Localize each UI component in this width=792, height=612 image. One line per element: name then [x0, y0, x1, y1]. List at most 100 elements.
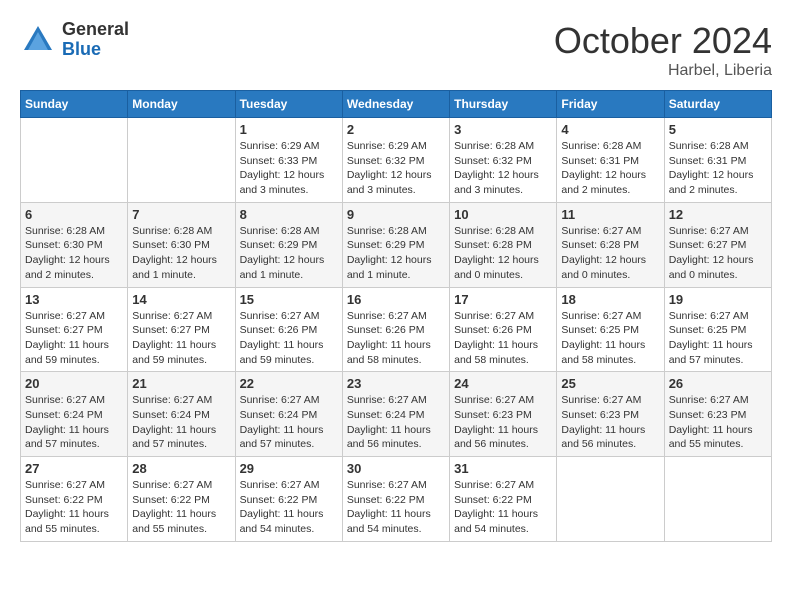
- calendar-cell: 22Sunrise: 6:27 AM Sunset: 6:24 PM Dayli…: [235, 372, 342, 457]
- calendar-cell: 2 Sunrise: 6:29 AM Sunset: 6:32 PM Daylig…: [342, 118, 449, 203]
- day-number: 27: [25, 461, 123, 476]
- calendar-cell: 13Sunrise: 6:27 AM Sunset: 6:27 PM Dayli…: [21, 287, 128, 372]
- title-area: October 2024 Harbel, Liberia: [554, 20, 772, 80]
- day-number: 10: [454, 207, 552, 222]
- day-info: Sunrise: 6:27 AM Sunset: 6:24 PM Dayligh…: [25, 393, 123, 452]
- day-info: Sunrise: 6:27 AM Sunset: 6:27 PM Dayligh…: [669, 224, 767, 283]
- calendar-cell: 20 Sunrise: 6:27 AM Sunset: 6:24 PM Dayli…: [21, 372, 128, 457]
- calendar-header-row: SundayMondayTuesdayWednesdayThursdayFrid…: [21, 91, 772, 118]
- day-number: 7: [132, 207, 230, 222]
- calendar-week-row: 13Sunrise: 6:27 AM Sunset: 6:27 PM Dayli…: [21, 287, 772, 372]
- logo-general-text: General: [62, 20, 129, 40]
- calendar-week-row: 6 Sunrise: 6:28 AM Sunset: 6:30 PM Daylig…: [21, 202, 772, 287]
- day-number: 28: [132, 461, 230, 476]
- calendar-cell: 19 Sunrise: 6:27 AM Sunset: 6:25 PM Dayli…: [664, 287, 771, 372]
- calendar-cell: 12 Sunrise: 6:27 AM Sunset: 6:27 PM Dayli…: [664, 202, 771, 287]
- day-number: 17: [454, 292, 552, 307]
- day-number: 12: [669, 207, 767, 222]
- day-info: Sunrise: 6:28 AM Sunset: 6:31 PM Dayligh…: [561, 139, 659, 198]
- calendar-day-header: Thursday: [450, 91, 557, 118]
- day-info: Sunrise: 6:28 AM Sunset: 6:32 PM Dayligh…: [454, 139, 552, 198]
- month-title: October 2024: [554, 20, 772, 62]
- calendar-week-row: 27 Sunrise: 6:27 AM Sunset: 6:22 PM Dayli…: [21, 457, 772, 542]
- day-number: 3: [454, 122, 552, 137]
- calendar-cell: [21, 118, 128, 203]
- calendar-day-header: Sunday: [21, 91, 128, 118]
- calendar-cell: [664, 457, 771, 542]
- calendar-cell: [557, 457, 664, 542]
- calendar-cell: 21 Sunrise: 6:27 AM Sunset: 6:24 PM Dayli…: [128, 372, 235, 457]
- day-number: 24: [454, 376, 552, 391]
- day-info: Sunrise: 6:27 AM Sunset: 6:22 PM Dayligh…: [454, 478, 552, 537]
- day-number: 25: [561, 376, 659, 391]
- logo: General Blue: [20, 20, 129, 60]
- calendar-day-header: Saturday: [664, 91, 771, 118]
- calendar-cell: 26 Sunrise: 6:27 AM Sunset: 6:23 PM Dayli…: [664, 372, 771, 457]
- calendar-day-header: Friday: [557, 91, 664, 118]
- calendar-cell: 1 Sunrise: 6:29 AM Sunset: 6:33 PM Daylig…: [235, 118, 342, 203]
- day-info: Sunrise: 6:27 AM Sunset: 6:22 PM Dayligh…: [347, 478, 445, 537]
- logo-icon: [20, 22, 56, 58]
- day-info: Sunrise: 6:28 AM Sunset: 6:30 PM Dayligh…: [132, 224, 230, 283]
- day-number: 18: [561, 292, 659, 307]
- calendar-cell: 27 Sunrise: 6:27 AM Sunset: 6:22 PM Dayli…: [21, 457, 128, 542]
- header: General Blue October 2024 Harbel, Liberi…: [20, 20, 772, 80]
- day-info: Sunrise: 6:27 AM Sunset: 6:22 PM Dayligh…: [25, 478, 123, 537]
- calendar-cell: 31 Sunrise: 6:27 AM Sunset: 6:22 PM Dayli…: [450, 457, 557, 542]
- calendar-cell: 17 Sunrise: 6:27 AM Sunset: 6:26 PM Dayli…: [450, 287, 557, 372]
- day-number: 1: [240, 122, 338, 137]
- calendar-cell: 14 Sunrise: 6:27 AM Sunset: 6:27 PM Dayli…: [128, 287, 235, 372]
- day-info: Sunrise: 6:27 AM Sunset: 6:27 PM Dayligh…: [132, 309, 230, 368]
- calendar-cell: 7 Sunrise: 6:28 AM Sunset: 6:30 PM Daylig…: [128, 202, 235, 287]
- calendar-cell: 11Sunrise: 6:27 AM Sunset: 6:28 PM Dayli…: [557, 202, 664, 287]
- day-info: Sunrise: 6:27 AM Sunset: 6:24 PM Dayligh…: [347, 393, 445, 452]
- calendar-cell: 15 Sunrise: 6:27 AM Sunset: 6:26 PM Dayli…: [235, 287, 342, 372]
- day-info: Sunrise: 6:27 AM Sunset: 6:23 PM Dayligh…: [454, 393, 552, 452]
- calendar-cell: 16Sunrise: 6:27 AM Sunset: 6:26 PM Dayli…: [342, 287, 449, 372]
- calendar-cell: 28 Sunrise: 6:27 AM Sunset: 6:22 PM Dayli…: [128, 457, 235, 542]
- calendar: SundayMondayTuesdayWednesdayThursdayFrid…: [20, 90, 772, 542]
- day-number: 15: [240, 292, 338, 307]
- day-info: Sunrise: 6:29 AM Sunset: 6:33 PM Dayligh…: [240, 139, 338, 198]
- day-number: 22: [240, 376, 338, 391]
- day-number: 21: [132, 376, 230, 391]
- day-number: 2: [347, 122, 445, 137]
- calendar-week-row: 20 Sunrise: 6:27 AM Sunset: 6:24 PM Dayli…: [21, 372, 772, 457]
- day-number: 14: [132, 292, 230, 307]
- day-number: 23: [347, 376, 445, 391]
- day-info: Sunrise: 6:27 AM Sunset: 6:26 PM Dayligh…: [454, 309, 552, 368]
- calendar-cell: 6Sunrise: 6:28 AM Sunset: 6:30 PM Daylig…: [21, 202, 128, 287]
- day-info: Sunrise: 6:28 AM Sunset: 6:29 PM Dayligh…: [240, 224, 338, 283]
- day-info: Sunrise: 6:27 AM Sunset: 6:25 PM Dayligh…: [669, 309, 767, 368]
- day-info: Sunrise: 6:27 AM Sunset: 6:27 PM Dayligh…: [25, 309, 123, 368]
- calendar-cell: 23 Sunrise: 6:27 AM Sunset: 6:24 PM Dayli…: [342, 372, 449, 457]
- calendar-cell: 24 Sunrise: 6:27 AM Sunset: 6:23 PM Dayli…: [450, 372, 557, 457]
- day-number: 29: [240, 461, 338, 476]
- calendar-day-header: Wednesday: [342, 91, 449, 118]
- calendar-cell: 30Sunrise: 6:27 AM Sunset: 6:22 PM Dayli…: [342, 457, 449, 542]
- day-info: Sunrise: 6:28 AM Sunset: 6:29 PM Dayligh…: [347, 224, 445, 283]
- day-info: Sunrise: 6:27 AM Sunset: 6:22 PM Dayligh…: [240, 478, 338, 537]
- day-info: Sunrise: 6:27 AM Sunset: 6:24 PM Dayligh…: [132, 393, 230, 452]
- day-number: 19: [669, 292, 767, 307]
- day-info: Sunrise: 6:28 AM Sunset: 6:28 PM Dayligh…: [454, 224, 552, 283]
- day-info: Sunrise: 6:27 AM Sunset: 6:23 PM Dayligh…: [561, 393, 659, 452]
- day-number: 5: [669, 122, 767, 137]
- calendar-cell: 8Sunrise: 6:28 AM Sunset: 6:29 PM Daylig…: [235, 202, 342, 287]
- day-number: 4: [561, 122, 659, 137]
- day-number: 6: [25, 207, 123, 222]
- calendar-cell: 10 Sunrise: 6:28 AM Sunset: 6:28 PM Dayli…: [450, 202, 557, 287]
- day-number: 31: [454, 461, 552, 476]
- logo-text: General Blue: [62, 20, 129, 60]
- day-info: Sunrise: 6:27 AM Sunset: 6:26 PM Dayligh…: [347, 309, 445, 368]
- day-number: 20: [25, 376, 123, 391]
- calendar-cell: 3 Sunrise: 6:28 AM Sunset: 6:32 PM Daylig…: [450, 118, 557, 203]
- day-info: Sunrise: 6:29 AM Sunset: 6:32 PM Dayligh…: [347, 139, 445, 198]
- day-info: Sunrise: 6:27 AM Sunset: 6:23 PM Dayligh…: [669, 393, 767, 452]
- calendar-cell: [128, 118, 235, 203]
- day-number: 26: [669, 376, 767, 391]
- day-info: Sunrise: 6:27 AM Sunset: 6:22 PM Dayligh…: [132, 478, 230, 537]
- day-number: 11: [561, 207, 659, 222]
- day-info: Sunrise: 6:28 AM Sunset: 6:31 PM Dayligh…: [669, 139, 767, 198]
- day-info: Sunrise: 6:27 AM Sunset: 6:26 PM Dayligh…: [240, 309, 338, 368]
